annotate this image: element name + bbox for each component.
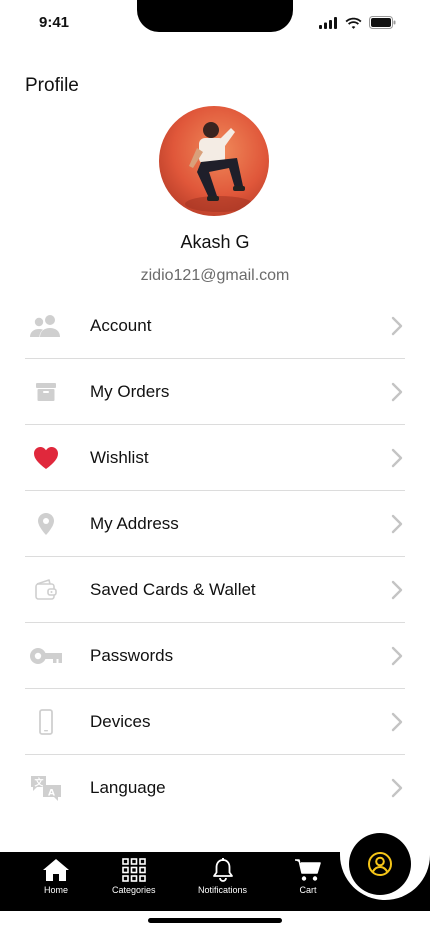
chevron-right-icon (391, 316, 403, 335)
nav-label-home: Home (43, 885, 68, 895)
nav-cart[interactable]: Cart (294, 858, 322, 895)
device-notch (137, 0, 293, 32)
bell-icon (212, 858, 233, 882)
user-name: Akash G (180, 232, 250, 252)
chevron-right-icon (391, 712, 403, 731)
chevron-right-icon (391, 448, 403, 467)
menu-item-wishlist[interactable]: Wishlist (25, 425, 405, 491)
menu-item-my-address[interactable]: My Address (25, 491, 405, 557)
menu-label-passwords: Passwords (90, 645, 174, 665)
status-icons (319, 16, 396, 29)
chevron-right-icon (391, 580, 403, 599)
grid-icon (121, 858, 146, 882)
menu-label-my-orders: My Orders (90, 381, 170, 401)
home-indicator (148, 918, 282, 923)
profile-tab-button[interactable] (349, 833, 411, 895)
nav-notifications[interactable]: Notifications (198, 858, 247, 895)
menu-label-language: Language (90, 778, 166, 797)
wallet-icon (29, 575, 63, 605)
cellular-signal-icon (319, 16, 337, 29)
translate-icon: 文 A (29, 773, 63, 803)
nav-label-cart: Cart (299, 885, 317, 895)
menu-item-language[interactable]: 文 A Language (25, 755, 405, 821)
profile-icon (368, 852, 392, 876)
menu-label-devices: Devices (90, 711, 151, 731)
key-icon (29, 641, 63, 671)
battery-icon (369, 16, 396, 29)
avatar[interactable] (159, 106, 269, 216)
menu-item-passwords[interactable]: Passwords (25, 623, 405, 689)
location-pin-icon (29, 509, 63, 539)
heart-icon (29, 443, 63, 473)
svg-text:A: A (48, 789, 55, 799)
menu-label-account: Account (90, 315, 152, 335)
cart-icon (295, 859, 321, 881)
nav-label-categories: Categories (112, 885, 156, 895)
profile-menu: Account My Orders Wishlist My Address Sa… (25, 293, 405, 821)
people-icon (29, 311, 63, 341)
chevron-right-icon (391, 646, 403, 665)
nav-home[interactable]: Home (42, 858, 70, 895)
menu-label-my-address: My Address (90, 513, 179, 533)
home-icon (43, 859, 69, 881)
menu-item-devices[interactable]: Devices (25, 689, 405, 755)
wifi-icon (345, 17, 362, 29)
nav-categories[interactable]: Categories (112, 858, 156, 895)
archive-box-icon (29, 377, 63, 407)
status-bar: 9:41 (0, 0, 430, 44)
status-time: 9:41 (39, 14, 70, 31)
menu-item-saved-cards-wallet[interactable]: Saved Cards & Wallet (25, 557, 405, 623)
chevron-right-icon (391, 514, 403, 533)
menu-label-wishlist: Wishlist (90, 447, 149, 467)
user-email: zidio121@gmail.com (140, 267, 290, 284)
menu-label-saved-cards-wallet: Saved Cards & Wallet (90, 579, 256, 599)
menu-item-account[interactable]: Account (25, 293, 405, 359)
mobile-device-icon (29, 707, 63, 737)
menu-item-my-orders[interactable]: My Orders (25, 359, 405, 425)
nav-label-notifications: Notifications (198, 885, 248, 895)
chevron-right-icon (391, 778, 403, 798)
svg-text:文: 文 (34, 777, 45, 789)
chevron-right-icon (391, 382, 403, 401)
page-title: Profile (25, 75, 79, 96)
